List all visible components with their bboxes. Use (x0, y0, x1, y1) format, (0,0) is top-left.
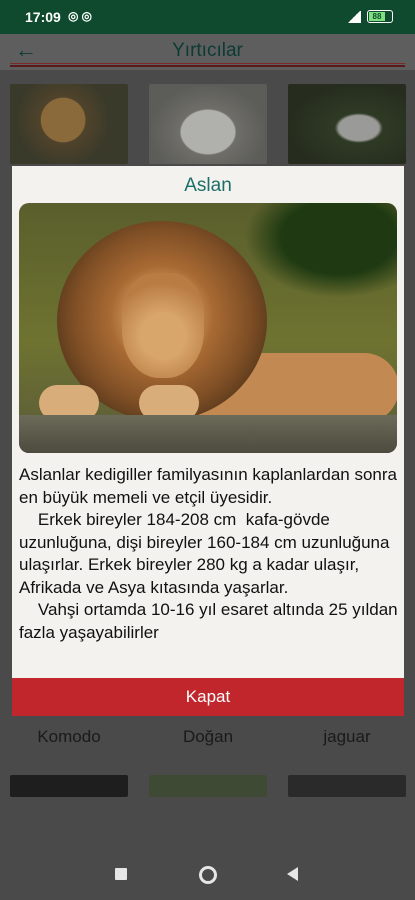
animal-label: Komodo (37, 727, 101, 746)
close-button[interactable]: Kapat (12, 678, 404, 716)
header-divider (10, 63, 405, 67)
whatsapp-icon: ◎ (81, 9, 95, 23)
animal-label: Doğan (182, 727, 234, 746)
page-title: Yırtıcılar (172, 40, 243, 61)
animal-tile-eagle[interactable] (288, 84, 406, 164)
battery-level: 88 (369, 12, 385, 21)
whatsapp-icon: ◎ (68, 9, 82, 23)
status-bar: 17:09 ◎◎ 88 (0, 0, 415, 34)
recents-icon[interactable] (115, 868, 127, 880)
animal-tile[interactable] (288, 775, 406, 797)
dialog-title: Aslan (184, 175, 232, 196)
lion-image (19, 203, 397, 453)
signal-icon (347, 10, 361, 23)
home-icon[interactable] (199, 866, 217, 884)
animal-tile-polar-bear[interactable] (149, 84, 267, 164)
description-paragraph: Aslanlar kedigiller familyasının kaplanl… (19, 465, 402, 507)
status-time: 17:09 (25, 9, 61, 25)
dialog-description: Aslanlar kedigiller familyasının kaplanl… (19, 464, 399, 644)
description-paragraph: Erkek bireyler 184-208 cm kafa-gövde uzu… (19, 510, 395, 597)
animal-info-dialog: Aslan Aslanlar kedigiller familyasının k… (12, 166, 404, 716)
animal-label: jaguar (323, 727, 371, 746)
notification-icons: ◎◎ (68, 9, 95, 23)
description-paragraph: Vahşi ortamda 10-16 yıl esaret altında 2… (19, 600, 403, 642)
animal-tile[interactable] (10, 775, 128, 797)
animal-tile-lion[interactable] (10, 84, 128, 164)
battery-icon: 88 (367, 10, 393, 23)
animal-tile[interactable] (149, 775, 267, 797)
system-nav-bar (0, 850, 415, 900)
back-icon[interactable] (287, 867, 298, 881)
